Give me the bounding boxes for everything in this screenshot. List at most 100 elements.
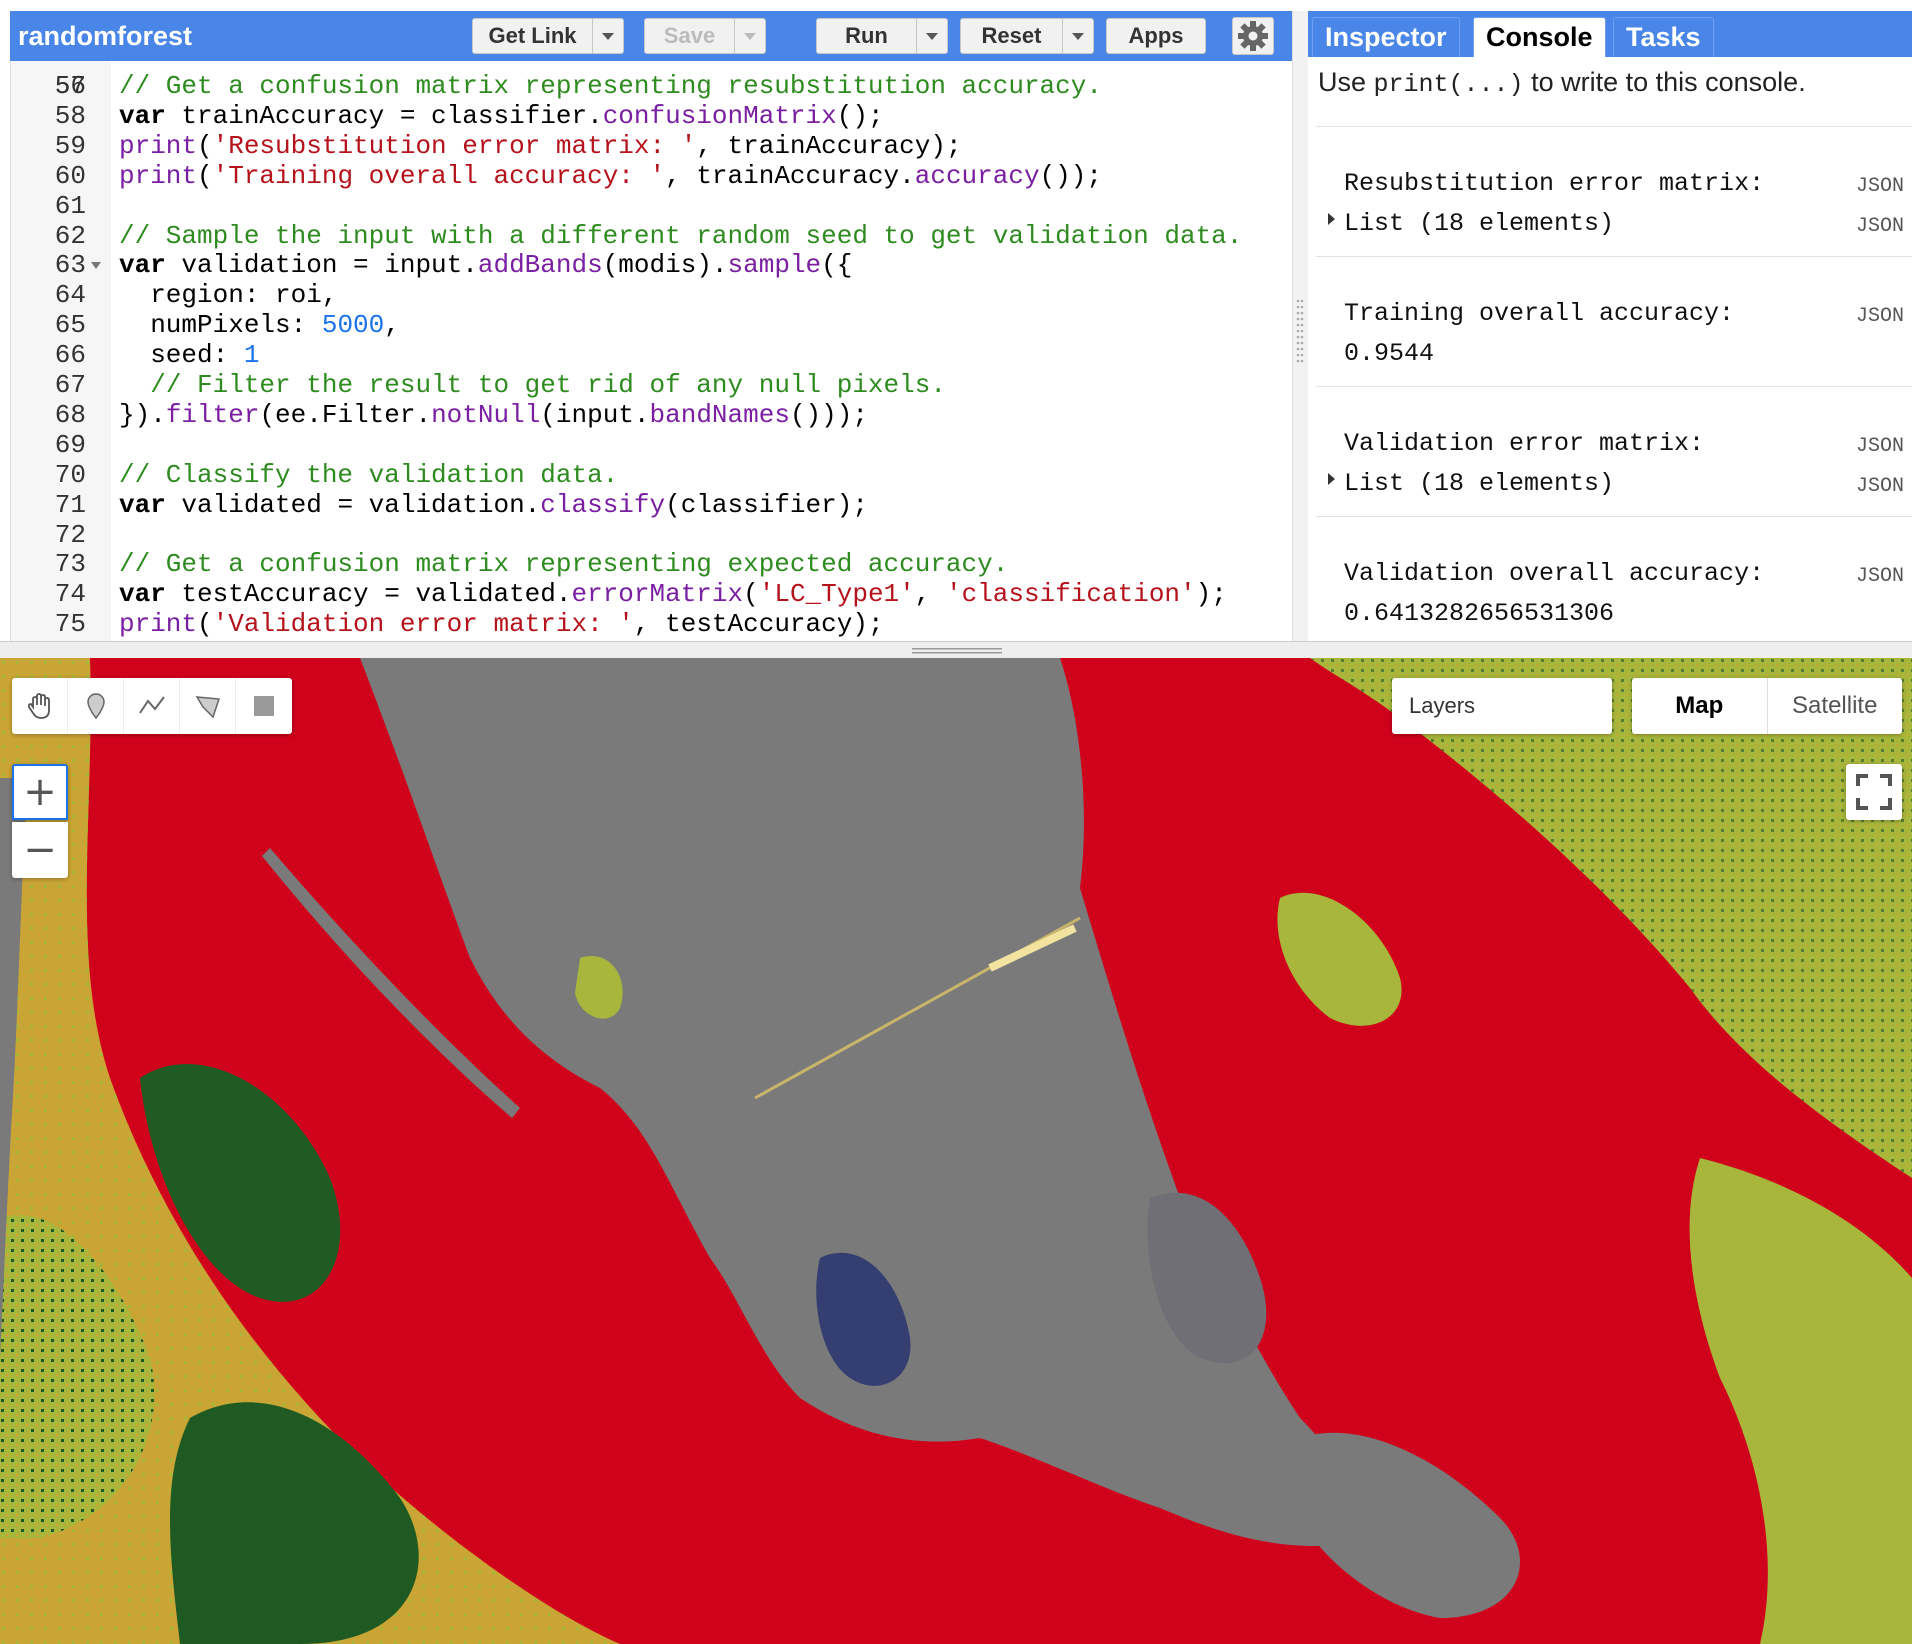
- expand-arrow-icon[interactable]: [1328, 473, 1335, 485]
- code-line[interactable]: 63 var validation = input.addBands(modis)…: [11, 250, 1293, 280]
- right-panel: Inspector Console Tasks Use print(...) t…: [1308, 11, 1912, 641]
- json-link[interactable]: JSON: [1856, 215, 1904, 238]
- hand-tool-button[interactable]: [12, 678, 68, 734]
- code-editor[interactable]: 56 57 // Get a confusion matrix represent…: [10, 61, 1293, 641]
- code-text: // Get a confusion matrix representing r…: [119, 71, 1102, 101]
- reset-button[interactable]: Reset: [960, 18, 1094, 54]
- line-number: 60: [54, 160, 86, 191]
- save-button[interactable]: Save: [644, 18, 766, 54]
- code-line[interactable]: 61: [11, 191, 1293, 221]
- polygon-tool-button[interactable]: [180, 678, 236, 734]
- code-line[interactable]: 74 var testAccuracy = validated.errorMatr…: [11, 579, 1293, 609]
- code-line[interactable]: 58 var trainAccuracy = classifier.confusi…: [11, 101, 1293, 131]
- classification-map-image[interactable]: [0, 658, 1912, 1644]
- layers-button[interactable]: Layers: [1392, 678, 1612, 734]
- code-line[interactable]: 65 numPixels: 5000,: [11, 310, 1293, 340]
- line-number: 59: [54, 130, 86, 161]
- marker-icon: [86, 693, 105, 720]
- json-link[interactable]: JSON: [1856, 475, 1904, 498]
- code-text: print('Validation error matrix: ', testA…: [119, 609, 884, 640]
- code-text: var validated = validation.classify(clas…: [119, 489, 868, 520]
- code-line[interactable]: 72: [11, 520, 1293, 550]
- code-text: }).filter(ee.Filter.notNull(input.bandNa…: [119, 399, 868, 430]
- fullscreen-button[interactable]: [1846, 764, 1902, 820]
- hint-code: print(...): [1373, 70, 1524, 99]
- grip-icon: [912, 648, 1002, 654]
- zoom-out-button[interactable]: −: [12, 822, 68, 878]
- code-text: numPixels: 5000,: [119, 310, 400, 341]
- reset-dropdown-icon[interactable]: [1062, 19, 1093, 53]
- code-line[interactable]: 75 print('Validation error matrix: ', tes…: [11, 609, 1293, 639]
- code-line[interactable]: 59 print('Resubstitution error matrix: ',…: [11, 131, 1293, 161]
- zoom-controls: + −: [12, 764, 68, 878]
- entry-label: Validation error matrix:: [1344, 429, 1705, 458]
- get-link-label: Get Link: [488, 23, 577, 48]
- hand-icon: [27, 693, 50, 719]
- entry-label: Validation overall accuracy:: [1344, 559, 1765, 588]
- map-view[interactable]: + − Layers Map Satellite: [0, 658, 1912, 1644]
- line-tool-button[interactable]: [124, 678, 180, 734]
- line-number: 68: [54, 399, 86, 430]
- code-line[interactable]: 67 // Filter the result to get rid of an…: [11, 370, 1293, 400]
- line-number: 57: [54, 71, 86, 101]
- get-link-dropdown-icon[interactable]: [592, 19, 623, 53]
- json-link[interactable]: JSON: [1856, 435, 1904, 458]
- get-link-button[interactable]: Get Link: [472, 18, 624, 54]
- rectangle-tool-button[interactable]: [236, 678, 292, 734]
- grip-icon: [1296, 299, 1304, 363]
- map-type-map[interactable]: Map: [1632, 678, 1768, 734]
- console-entry: Validation overall accuracy: JSON 0.6413…: [1316, 516, 1912, 641]
- json-link[interactable]: JSON: [1856, 565, 1904, 588]
- expand-arrow-icon[interactable]: [1328, 213, 1335, 225]
- entry-value[interactable]: List (18 elements): [1344, 469, 1614, 498]
- line-number: 71: [54, 489, 86, 520]
- code-text: var testAccuracy = validated.errorMatrix…: [119, 579, 1227, 610]
- tab-tasks[interactable]: Tasks: [1613, 17, 1714, 57]
- rectangle-icon: [254, 696, 274, 716]
- code-line[interactable]: 68 }).filter(ee.Filter.notNull(input.band…: [11, 400, 1293, 430]
- gear-icon: [1238, 21, 1268, 51]
- fullscreen-icon: [1856, 774, 1892, 810]
- code-text: seed: 1: [119, 340, 260, 371]
- line-number: 69: [54, 429, 86, 460]
- line-icon: [138, 696, 165, 714]
- code-line[interactable]: 66 seed: 1: [11, 340, 1293, 370]
- json-link[interactable]: JSON: [1856, 305, 1904, 328]
- console-entry: Validation error matrix: JSON List (18 e…: [1316, 386, 1912, 517]
- script-toolbar: randomforest Get Link Save Run Reset App…: [10, 11, 1292, 61]
- script-title[interactable]: randomforest: [18, 21, 192, 52]
- tab-console[interactable]: Console: [1473, 17, 1606, 57]
- line-number: 74: [54, 579, 86, 610]
- run-button[interactable]: Run: [816, 18, 948, 54]
- marker-tool-button[interactable]: [68, 678, 124, 734]
- code-line[interactable]: 62 // Sample the input with a different r…: [11, 221, 1293, 251]
- json-link[interactable]: JSON: [1856, 175, 1904, 198]
- tab-inspector[interactable]: Inspector: [1312, 17, 1460, 57]
- zoom-in-button[interactable]: +: [12, 764, 68, 820]
- console-entry: Training overall accuracy: JSON 0.9544: [1316, 256, 1912, 387]
- map-type-satellite[interactable]: Satellite: [1768, 678, 1903, 734]
- code-line[interactable]: 57 // Get a confusion matrix representing…: [11, 71, 1293, 101]
- settings-button[interactable]: [1232, 17, 1274, 55]
- entry-value[interactable]: List (18 elements): [1344, 209, 1614, 238]
- code-line[interactable]: 70 // Classify the validation data.: [11, 460, 1293, 490]
- console-entry: Resubstitution error matrix: JSON List (…: [1316, 126, 1912, 257]
- fold-arrow-icon[interactable]: [91, 262, 101, 270]
- code-line: 56: [11, 61, 1293, 101]
- map-type-control: Map Satellite: [1632, 678, 1902, 734]
- line-number: 61: [54, 190, 86, 221]
- panel-tabs: Inspector Console Tasks: [1308, 11, 1912, 57]
- code-line[interactable]: 64 region: roi,: [11, 280, 1293, 310]
- code-line[interactable]: 73 // Get a confusion matrix representing…: [11, 549, 1293, 579]
- line-number: 64: [54, 280, 86, 311]
- reset-label: Reset: [981, 23, 1042, 48]
- run-dropdown-icon[interactable]: [916, 19, 947, 53]
- apps-button[interactable]: Apps: [1106, 18, 1206, 54]
- code-line[interactable]: 71 var validated = validation.classify(cl…: [11, 490, 1293, 520]
- entry-label: Training overall accuracy:: [1344, 299, 1735, 328]
- code-line[interactable]: 60 print('Training overall accuracy: ', t…: [11, 161, 1293, 191]
- save-dropdown-icon[interactable]: [734, 19, 765, 53]
- code-line[interactable]: 69: [11, 430, 1293, 460]
- code-text: print('Training overall accuracy: ', tra…: [119, 160, 1102, 191]
- code-text: // Classify the validation data.: [119, 459, 619, 490]
